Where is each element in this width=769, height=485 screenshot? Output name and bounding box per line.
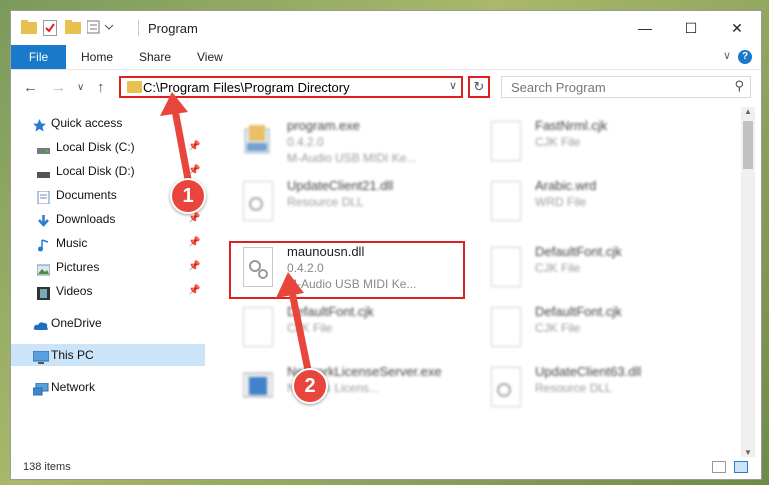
annotation-arrows [160, 92, 314, 381]
step-1-badge: 1 [170, 178, 206, 214]
arrow-2-head [276, 272, 304, 298]
step-2-badge: 2 [292, 368, 328, 404]
arrow-1-head [160, 92, 188, 116]
arrow-2-shaft [288, 291, 314, 381]
